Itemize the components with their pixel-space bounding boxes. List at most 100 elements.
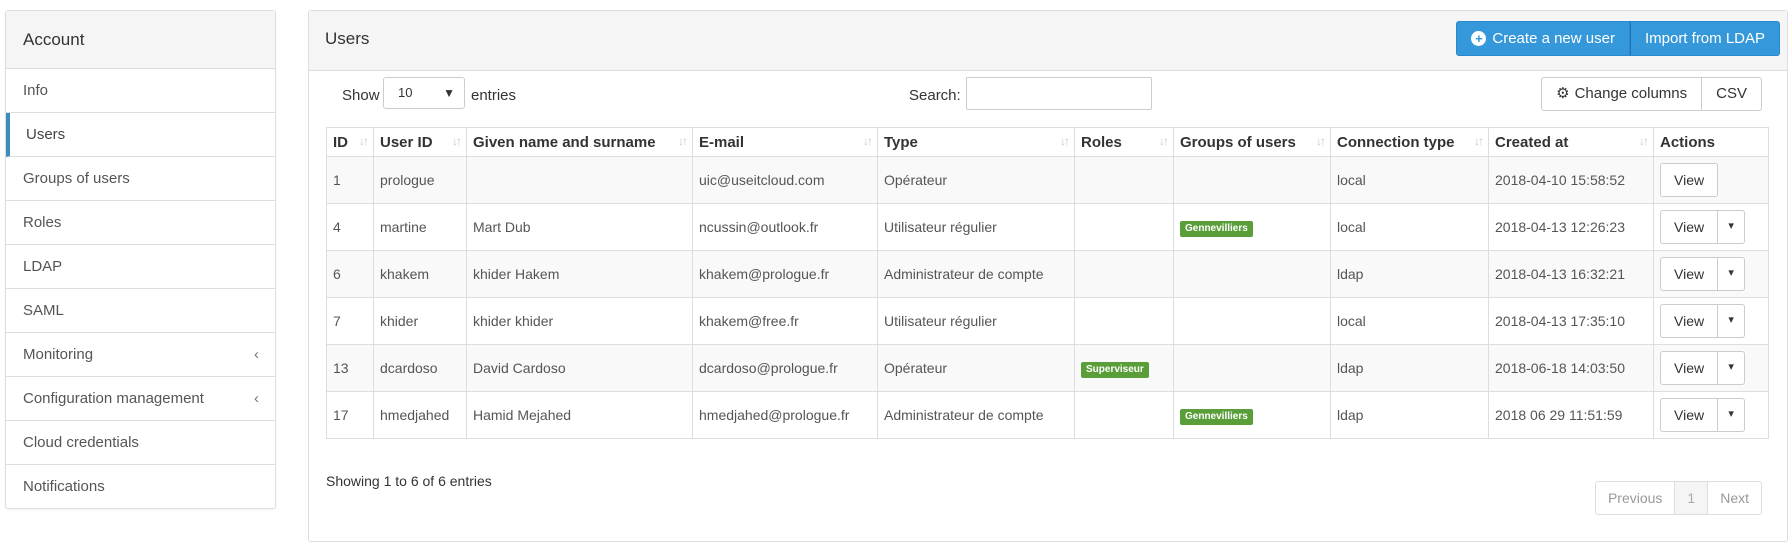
table-info: Showing 1 to 6 of 6 entries <box>326 473 492 489</box>
table-controls: Show 10 ▼ entries Search: ⚙ Change colum… <box>309 75 1787 115</box>
sort-icon: ↓↑ <box>452 134 462 148</box>
create-user-button[interactable]: + Create a new user <box>1456 21 1630 56</box>
sidebar-item-label: Cloud credentials <box>23 434 139 451</box>
column-header-label: E-mail <box>699 133 745 151</box>
sidebar-item-monitoring[interactable]: Monitoring ‹ <box>6 333 275 377</box>
cell-user-id: khider <box>373 297 467 345</box>
cell-user-id: dcardoso <box>373 344 467 392</box>
sidebar-item-info[interactable]: Info <box>6 69 275 113</box>
sidebar-item-label: Roles <box>23 214 62 231</box>
sidebar-item-label: Monitoring <box>23 346 94 363</box>
cell-connection: ldap <box>1330 391 1489 439</box>
view-button[interactable]: View <box>1660 351 1719 385</box>
caret-down-icon: ▼ <box>443 86 455 100</box>
dropdown-caret-icon[interactable]: ▾ <box>1718 304 1746 338</box>
cell-roles <box>1074 156 1174 204</box>
dropdown-caret-icon[interactable]: ▾ <box>1718 398 1746 432</box>
column-header-type[interactable]: Type ↓↑ <box>877 127 1075 157</box>
role-badge: Superviseur <box>1081 361 1149 378</box>
column-header-label: Actions <box>1660 133 1716 151</box>
cell-email: hmedjahed@prologue.fr <box>692 391 878 439</box>
entries-select[interactable]: 10 ▼ <box>383 77 465 109</box>
sidebar-item-label: Notifications <box>23 478 105 495</box>
cell-roles <box>1074 391 1174 439</box>
cell-created: 2018-04-10 15:58:52 <box>1488 156 1654 204</box>
sort-icon: ↓↑ <box>863 134 873 148</box>
sidebar-item-notifications[interactable]: Notifications <box>6 465 275 508</box>
cell-connection: local <box>1330 297 1489 345</box>
view-button[interactable]: View <box>1660 210 1719 244</box>
cell-type: Opérateur <box>877 156 1075 204</box>
column-header-created-at[interactable]: Created at ↓↑ <box>1488 127 1654 157</box>
column-header-email[interactable]: E-mail ↓↑ <box>692 127 878 157</box>
change-columns-button[interactable]: ⚙ Change columns <box>1541 77 1703 111</box>
view-button[interactable]: View <box>1660 257 1719 291</box>
cell-id: 4 <box>326 203 374 251</box>
sidebar-item-users[interactable]: Users <box>6 113 275 157</box>
column-header-connection-type[interactable]: Connection type ↓↑ <box>1330 127 1489 157</box>
cell-email: ncussin@outlook.fr <box>692 203 878 251</box>
csv-button[interactable]: CSV <box>1702 77 1762 111</box>
sort-icon: ↓↑ <box>678 134 688 148</box>
cell-roles <box>1074 250 1174 298</box>
plus-circle-icon: + <box>1471 31 1487 46</box>
sort-icon: ↓↑ <box>1159 134 1169 148</box>
cell-connection: local <box>1330 203 1489 251</box>
sort-icon: ↓↑ <box>1639 134 1649 148</box>
column-header-label: Connection type <box>1337 133 1455 151</box>
sidebar-item-cloud-credentials[interactable]: Cloud credentials <box>6 421 275 465</box>
view-button-group: View ▾ <box>1660 398 1746 432</box>
cell-type: Administrateur de compte <box>877 391 1075 439</box>
column-header-roles[interactable]: Roles ↓↑ <box>1074 127 1174 157</box>
column-header-label: Given name and surname <box>473 133 656 151</box>
cell-id: 6 <box>326 250 374 298</box>
view-button[interactable]: View <box>1660 163 1719 197</box>
column-header-name[interactable]: Given name and surname ↓↑ <box>466 127 693 157</box>
view-button-group: View ▾ <box>1660 257 1746 291</box>
dropdown-caret-icon[interactable]: ▾ <box>1718 257 1746 291</box>
next-page-button[interactable]: Next <box>1708 481 1762 515</box>
sidebar-item-configuration-management[interactable]: Configuration management ‹ <box>6 377 275 421</box>
sidebar-item-label: Info <box>23 82 49 99</box>
cell-name: khider khider <box>466 297 693 345</box>
dropdown-caret-icon[interactable]: ▾ <box>1718 351 1746 385</box>
cell-user-id: hmedjahed <box>373 391 467 439</box>
search-input[interactable] <box>966 77 1152 110</box>
column-header-label: Roles <box>1081 133 1122 151</box>
cell-actions: View ▾ <box>1653 250 1769 298</box>
page-1-button[interactable]: 1 <box>1675 481 1709 515</box>
sidebar-item-label: Configuration management <box>23 390 204 407</box>
table-row: 13 dcardoso David Cardoso dcardoso@prolo… <box>326 344 1769 392</box>
column-header-groups[interactable]: Groups of users ↓↑ <box>1173 127 1331 157</box>
cell-name: khider Hakem <box>466 250 693 298</box>
cell-groups: Gennevilliers <box>1173 203 1331 251</box>
dropdown-caret-icon[interactable]: ▾ <box>1718 210 1746 244</box>
column-header-id[interactable]: ID ↓↑ <box>326 127 374 157</box>
table-row: 4 martine Mart Dub ncussin@outlook.fr Ut… <box>326 203 1769 251</box>
sort-icon: ↓↑ <box>1060 134 1070 148</box>
cell-groups <box>1173 156 1331 204</box>
sidebar-item-label: LDAP <box>23 258 63 275</box>
sidebar-item-saml[interactable]: SAML <box>6 289 275 333</box>
panel-header: Users + Create a new user Import from LD… <box>309 11 1787 71</box>
sidebar-item-ldap[interactable]: LDAP <box>6 245 275 289</box>
cell-type: Opérateur <box>877 344 1075 392</box>
cell-actions: View ▾ <box>1653 391 1769 439</box>
table-row: 1 prologue uic@useitcloud.com Opérateur … <box>326 156 1769 204</box>
view-button-group: View ▾ <box>1660 351 1746 385</box>
change-columns-label: Change columns <box>1574 85 1688 102</box>
sidebar-item-groups-of-users[interactable]: Groups of users <box>6 157 275 201</box>
group-badge: Gennevilliers <box>1180 220 1253 237</box>
cell-created: 2018-04-13 16:32:21 <box>1488 250 1654 298</box>
sidebar-item-roles[interactable]: Roles <box>6 201 275 245</box>
cell-email: uic@useitcloud.com <box>692 156 878 204</box>
import-ldap-button[interactable]: Import from LDAP <box>1629 21 1780 56</box>
previous-page-button[interactable]: Previous <box>1594 481 1676 515</box>
view-button[interactable]: View <box>1660 304 1719 338</box>
cell-type: Utilisateur régulier <box>877 203 1075 251</box>
cell-user-id: martine <box>373 203 467 251</box>
column-header-user-id[interactable]: User ID ↓↑ <box>373 127 467 157</box>
cell-roles <box>1074 297 1174 345</box>
cell-created: 2018-04-13 17:35:10 <box>1488 297 1654 345</box>
view-button[interactable]: View <box>1660 398 1719 432</box>
